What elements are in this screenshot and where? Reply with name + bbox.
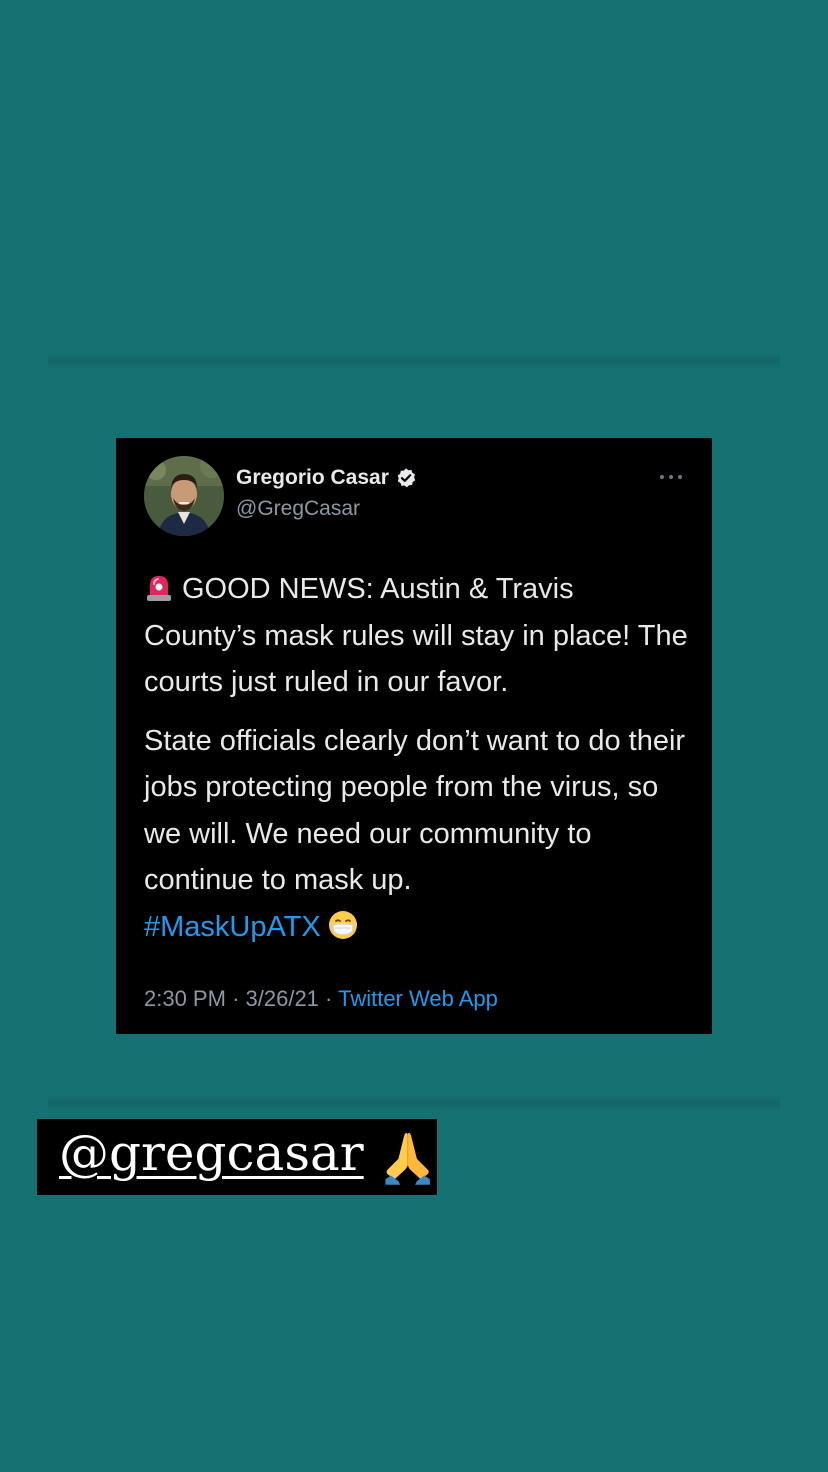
- tweet-paragraph-2: State officials clearly don’t want to do…: [144, 718, 692, 951]
- tweet-paragraph-1: GOOD NEWS: Austin & Travis County’s mask…: [144, 566, 692, 706]
- more-dot: [660, 475, 664, 479]
- tweet-time[interactable]: 2:30 PM: [144, 986, 226, 1011]
- top-shadow-band: [48, 352, 780, 370]
- more-options-icon[interactable]: [660, 472, 682, 482]
- author-name-row: Gregorio Casar: [236, 466, 417, 490]
- more-dot: [669, 475, 673, 479]
- tweet-paragraph-1-text: GOOD NEWS: Austin & Travis County’s mask…: [144, 573, 688, 698]
- story-canvas: { "background_color": "#167272", "tweet"…: [0, 0, 828, 1472]
- author-handle[interactable]: @GregCasar: [236, 497, 360, 521]
- profile-photo: [144, 456, 224, 536]
- author-name[interactable]: Gregorio Casar: [236, 466, 389, 490]
- tweet-meta: 2:30 PM · 3/26/21 · Twitter Web App: [144, 986, 498, 1012]
- tweet-paragraph-2-text: State officials clearly don’t want to do…: [144, 724, 686, 897]
- mention-sticker[interactable]: @gregcasar: [37, 1119, 437, 1195]
- avatar[interactable]: [144, 456, 224, 536]
- tweet-screenshot-card[interactable]: Gregorio Casar @GregCasar GOOD NEWS: Aus…: [116, 438, 712, 1034]
- mention-username[interactable]: @gregcasar: [59, 1128, 364, 1178]
- folded-hands-emoji: [385, 1132, 430, 1185]
- tweet-text: GOOD NEWS: Austin & Travis County’s mask…: [144, 566, 692, 950]
- meta-separator: ·: [325, 986, 333, 1011]
- tweet-date[interactable]: 3/26/21: [246, 986, 319, 1011]
- police-siren-emoji: [147, 576, 171, 601]
- verified-badge-icon: [397, 468, 416, 488]
- face-with-medical-mask-emoji: [328, 910, 357, 939]
- more-dot: [678, 475, 682, 479]
- hashtag-link[interactable]: #MaskUpATX: [144, 911, 321, 943]
- bottom-shadow-band: [48, 1094, 780, 1112]
- tweet-source-link[interactable]: Twitter Web App: [338, 986, 498, 1011]
- meta-separator: ·: [232, 986, 240, 1011]
